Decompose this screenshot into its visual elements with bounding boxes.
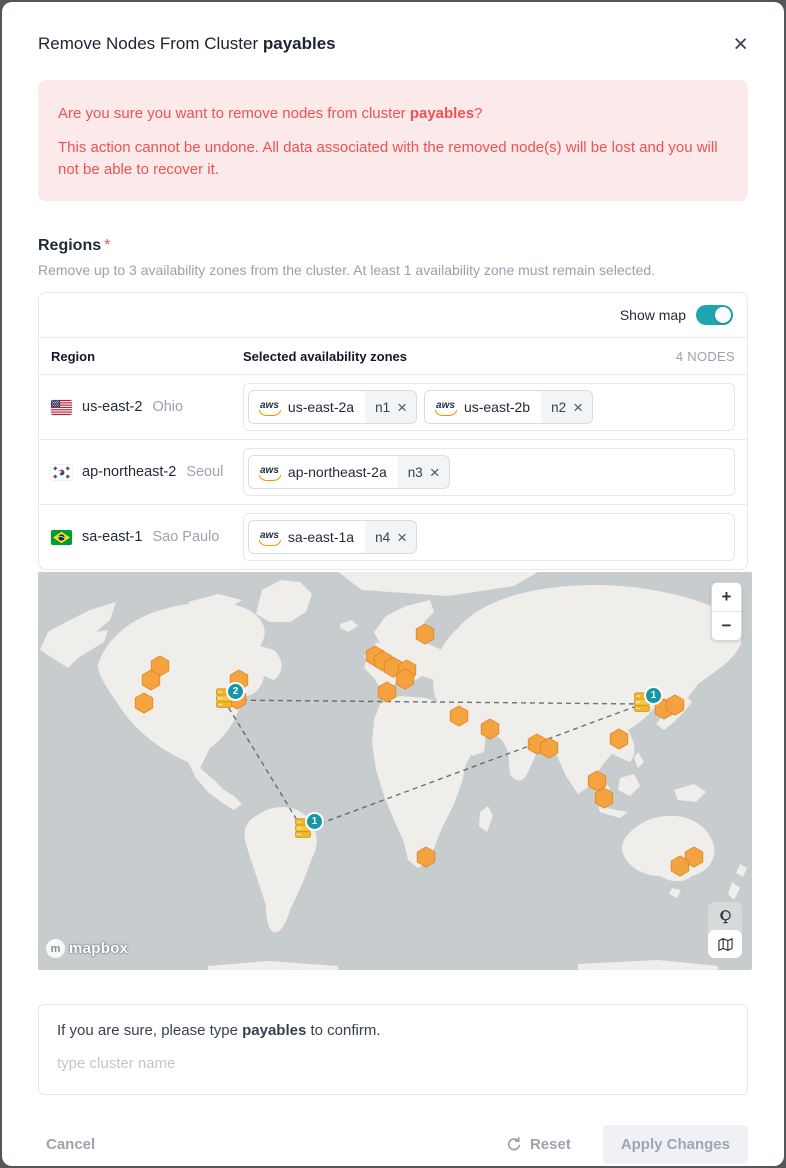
world-map[interactable]: 2 1 <box>38 572 752 970</box>
show-map-toggle[interactable] <box>696 305 733 325</box>
region-name: sa-east-1 <box>82 529 142 545</box>
remove-zone-icon[interactable]: × <box>397 399 407 416</box>
aws-logo-icon: aws <box>436 401 455 414</box>
region-location: Ohio <box>152 399 183 415</box>
regions-table: Show map Region Selected availability zo… <box>38 292 748 570</box>
az-chip-node: n1 <box>375 400 390 415</box>
map-icon <box>717 936 734 953</box>
show-map-label: Show map <box>620 307 686 323</box>
map-view-button[interactable] <box>708 930 742 958</box>
aws-logo-icon: aws <box>260 401 279 414</box>
warning-line-2: This action cannot be undone. All data a… <box>58 137 728 181</box>
region-hexagon[interactable] <box>135 693 152 713</box>
region-hexagon[interactable] <box>378 682 395 702</box>
remove-zone-icon[interactable]: × <box>397 529 407 546</box>
region-hexagon[interactable] <box>666 695 683 715</box>
reset-icon <box>506 1137 522 1153</box>
br-flag-icon <box>51 530 72 545</box>
region-hexagon[interactable] <box>417 847 434 867</box>
warning-banner: Are you sure you want to remove nodes fr… <box>38 80 748 201</box>
az-chip-node: n3 <box>408 465 423 480</box>
selected-region-marker[interactable]: 2 <box>215 687 237 711</box>
modal-title-text: Remove Nodes From Cluster <box>38 34 258 53</box>
region-hexagon[interactable] <box>450 706 467 726</box>
az-chip: aws sa-east-1a n4 × <box>248 520 417 554</box>
az-chip: aws ap-northeast-2a n3 × <box>248 455 450 489</box>
az-chip-zone: us-east-2a <box>288 399 354 415</box>
confirm-label: If you are sure, please type payables to… <box>57 1022 729 1039</box>
az-chip: aws us-east-2b n2 × <box>424 390 593 424</box>
table-row: sa-east-1 Sao Paulo aws sa-east-1a n4 × <box>39 505 747 569</box>
region-name: ap-northeast-2 <box>82 464 176 480</box>
zoom-out-button[interactable]: − <box>712 612 741 640</box>
modal-footer: Cancel Reset Apply Changes <box>38 1125 748 1166</box>
az-chip-zone: sa-east-1a <box>288 529 354 545</box>
globe-icon <box>717 908 734 925</box>
az-chip-zone: ap-northeast-2a <box>288 464 387 480</box>
aws-logo-icon: aws <box>260 531 279 544</box>
selected-region-marker[interactable]: 1 <box>294 817 316 841</box>
region-hexagon[interactable] <box>610 729 627 749</box>
required-asterisk: * <box>104 237 110 254</box>
reset-label: Reset <box>530 1136 571 1153</box>
az-chip-node: n4 <box>375 530 390 545</box>
world-map-canvas <box>38 572 752 970</box>
landmasses <box>40 572 747 970</box>
zones-input[interactable]: aws us-east-2a n1 × aws us-east-2b n2 × <box>243 383 735 431</box>
map-projection-control <box>707 901 743 959</box>
region-column-header: Region <box>51 349 243 364</box>
region-hexagon[interactable] <box>481 719 498 739</box>
regions-section-description: Remove up to 3 availability zones from t… <box>38 262 748 278</box>
us-flag-icon <box>51 400 72 415</box>
modal-title: Remove Nodes From Cluster payables <box>38 34 336 54</box>
az-chip-node: n2 <box>551 400 566 415</box>
mapbox-wordmark: mapbox <box>69 940 128 957</box>
region-location: Seoul <box>186 464 223 480</box>
kr-flag-icon <box>51 465 72 480</box>
regions-table-toolbar: Show map <box>39 293 747 338</box>
selected-region-marker[interactable]: 1 <box>633 691 655 715</box>
region-hexagon[interactable] <box>671 856 688 876</box>
cluster-link-line <box>224 700 303 830</box>
region-hexagon[interactable] <box>416 624 433 644</box>
region-hexagon[interactable] <box>540 738 557 758</box>
globe-view-button[interactable] <box>708 902 742 930</box>
modal-header: Remove Nodes From Cluster payables × <box>2 2 784 80</box>
mapbox-attribution[interactable]: m mapbox <box>46 939 128 958</box>
zones-input[interactable]: aws ap-northeast-2a n3 × <box>243 448 735 496</box>
cancel-button[interactable]: Cancel <box>38 1130 103 1159</box>
regions-table-header: Region Selected availability zones 4 NOD… <box>39 338 747 375</box>
region-hexagon[interactable] <box>142 670 159 690</box>
remove-zone-icon[interactable]: × <box>430 464 440 481</box>
close-icon[interactable]: × <box>733 34 748 54</box>
region-hexagon[interactable] <box>396 669 413 689</box>
map-zoom-control: + − <box>711 582 742 641</box>
zones-column-header: Selected availability zones <box>243 349 407 364</box>
region-name: us-east-2 <box>82 399 142 415</box>
remove-zone-icon[interactable]: × <box>573 399 583 416</box>
reset-button[interactable]: Reset <box>504 1130 573 1159</box>
region-location: Sao Paulo <box>152 529 219 545</box>
apply-changes-button[interactable]: Apply Changes <box>603 1125 748 1164</box>
table-row: us-east-2 Ohio aws us-east-2a n1 × aws us-e… <box>39 375 747 440</box>
zoom-in-button[interactable]: + <box>712 583 741 611</box>
warning-line-1: Are you sure you want to remove nodes fr… <box>58 103 728 125</box>
cluster-name-confirm-input[interactable] <box>57 1053 729 1074</box>
az-chip-zone: us-east-2b <box>464 399 530 415</box>
confirm-box: If you are sure, please type payables to… <box>38 1004 748 1095</box>
toggle-knob <box>715 307 731 323</box>
table-row: ap-northeast-2 Seoul aws ap-northeast-2a … <box>39 440 747 505</box>
regions-section-label: Regions* <box>38 237 748 255</box>
az-chip: aws us-east-2a n1 × <box>248 390 417 424</box>
zones-input[interactable]: aws sa-east-1a n4 × <box>243 513 735 561</box>
region-hexagon[interactable] <box>595 788 612 808</box>
modal-title-cluster-name: payables <box>263 34 336 53</box>
aws-logo-icon: aws <box>260 466 279 479</box>
nodes-count-label: 4 NODES <box>676 349 735 364</box>
remove-nodes-modal: Remove Nodes From Cluster payables × Are… <box>2 2 784 1166</box>
mapbox-logo-icon: m <box>46 939 65 958</box>
